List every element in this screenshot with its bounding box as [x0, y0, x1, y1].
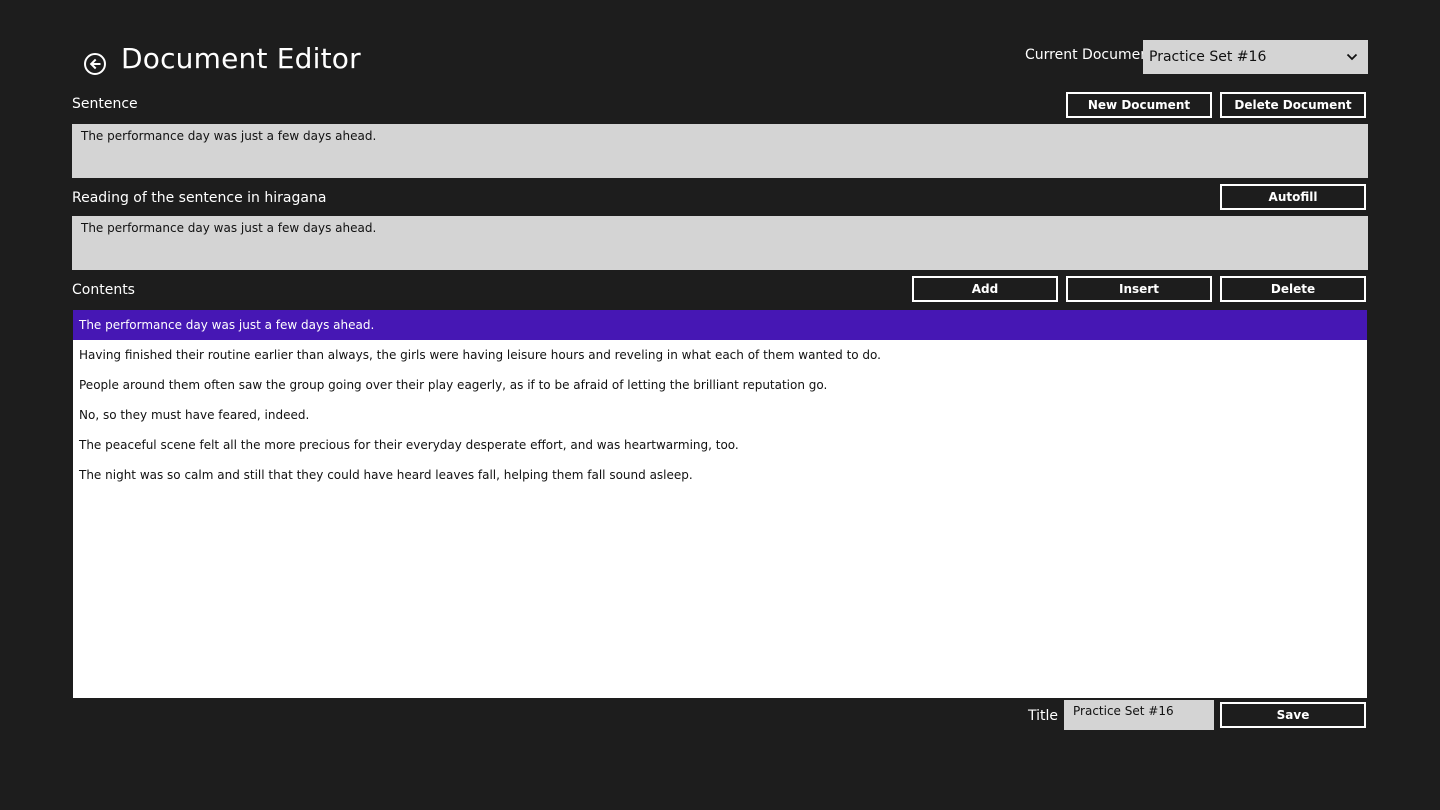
- reading-label: Reading of the sentence in hiragana: [72, 190, 327, 206]
- list-item[interactable]: The performance day was just a few days …: [73, 310, 1367, 340]
- list-item[interactable]: No, so they must have feared, indeed.: [73, 400, 1367, 430]
- back-button[interactable]: [84, 53, 106, 75]
- sentence-input[interactable]: The performance day was just a few days …: [72, 124, 1368, 178]
- autofill-button[interactable]: Autofill: [1220, 184, 1366, 210]
- current-document-select[interactable]: Practice Set #16: [1143, 40, 1368, 74]
- delete-document-button[interactable]: Delete Document: [1220, 92, 1366, 118]
- title-label: Title: [1028, 708, 1059, 724]
- save-button[interactable]: Save: [1220, 702, 1366, 728]
- current-document-value: Practice Set #16: [1149, 49, 1267, 65]
- title-input[interactable]: Practice Set #16: [1064, 700, 1214, 730]
- contents-label: Contents: [72, 282, 135, 298]
- insert-button[interactable]: Insert: [1066, 276, 1212, 302]
- reading-input[interactable]: The performance day was just a few days …: [72, 216, 1368, 270]
- contents-list[interactable]: The performance day was just a few days …: [73, 310, 1367, 698]
- list-item[interactable]: The peaceful scene felt all the more pre…: [73, 430, 1367, 460]
- current-document-label: Current Document: [1025, 47, 1155, 63]
- list-item[interactable]: People around them often saw the group g…: [73, 370, 1367, 400]
- chevron-down-icon: [1346, 53, 1358, 61]
- list-item[interactable]: Having finished their routine earlier th…: [73, 340, 1367, 370]
- delete-button[interactable]: Delete: [1220, 276, 1366, 302]
- list-item[interactable]: The night was so calm and still that the…: [73, 460, 1367, 490]
- document-editor-page: Document Editor Current Document Practic…: [0, 0, 1440, 810]
- page-title: Document Editor: [121, 42, 361, 75]
- sentence-label: Sentence: [72, 96, 138, 112]
- add-button[interactable]: Add: [912, 276, 1058, 302]
- back-arrow-icon: [89, 58, 101, 70]
- new-document-button[interactable]: New Document: [1066, 92, 1212, 118]
